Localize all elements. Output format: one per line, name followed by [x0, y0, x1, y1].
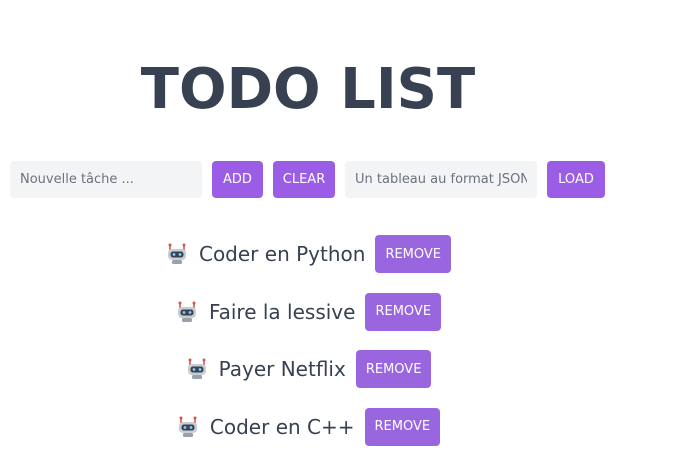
todo-text: Coder en C++ — [209, 414, 355, 439]
remove-button[interactable]: REMOVE — [375, 235, 452, 273]
todo-text: Payer Netflix — [218, 357, 346, 381]
robot-icon — [177, 301, 196, 322]
page-title: TODO LIST — [140, 57, 476, 122]
remove-button[interactable]: REMOVE — [364, 407, 441, 446]
todo-list: Coder en Python REMOVE Faire la lessive … — [0, 235, 616, 465]
new-task-input[interactable] — [10, 161, 202, 198]
remove-button[interactable]: REMOVE — [355, 350, 432, 388]
todo-item: Coder en C++ REMOVE — [0, 407, 616, 446]
todo-text: Faire la lessive — [208, 299, 356, 324]
todo-text: Coder en Python — [198, 242, 366, 266]
remove-button[interactable]: REMOVE — [365, 292, 442, 331]
json-input[interactable] — [345, 161, 537, 198]
add-button[interactable]: ADD — [212, 161, 263, 198]
clear-button[interactable]: CLEAR — [273, 161, 335, 198]
robot-icon — [167, 243, 186, 264]
robot-icon — [187, 358, 206, 379]
todo-item: Payer Netflix REMOVE — [0, 350, 616, 388]
todo-item: Coder en Python REMOVE — [0, 235, 616, 273]
load-button[interactable]: LOAD — [547, 161, 605, 198]
robot-icon — [178, 416, 197, 437]
todo-item: Faire la lessive REMOVE — [0, 292, 616, 331]
